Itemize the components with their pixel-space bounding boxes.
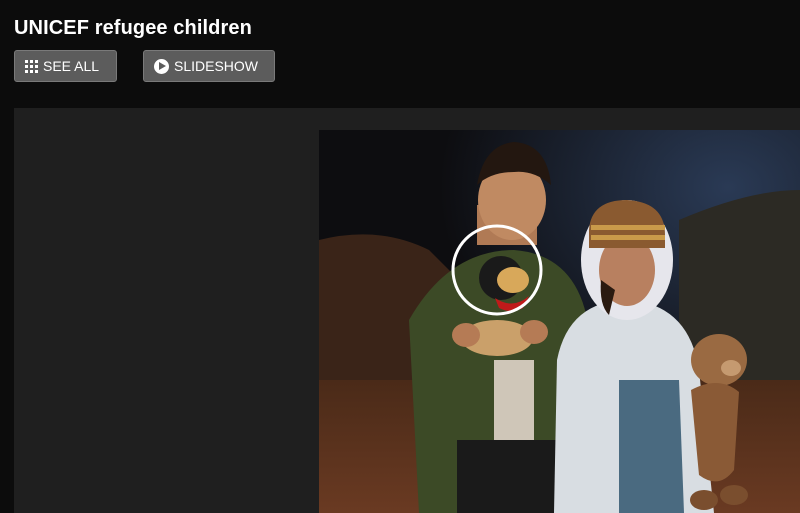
slideshow-label: SLIDESHOW: [174, 58, 259, 74]
grid-icon: [25, 59, 38, 73]
photo-illustration: [319, 130, 800, 513]
slideshow-button[interactable]: SLIDESHOW: [143, 50, 275, 82]
see-all-label: SEE ALL: [43, 58, 100, 74]
see-all-button[interactable]: SEE ALL: [14, 50, 117, 82]
play-icon: [154, 58, 169, 74]
photo-stage: [14, 108, 800, 513]
gallery-photo[interactable]: [319, 130, 800, 513]
page-title: UNICEF refugee children: [14, 17, 252, 39]
